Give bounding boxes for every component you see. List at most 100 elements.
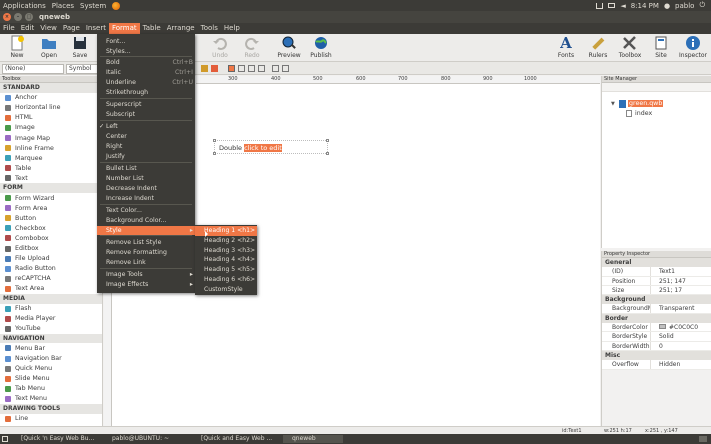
menu-arrange[interactable]: Arrange <box>164 23 198 34</box>
menu-view[interactable]: View <box>37 23 60 34</box>
mail-icon[interactable] <box>608 3 616 8</box>
toolbox-button[interactable]: Toolbox <box>615 35 645 61</box>
menu-edit[interactable]: Edit <box>18 23 38 34</box>
toolbox-item[interactable]: Menu Bar <box>0 343 102 353</box>
toolbox-item[interactable]: Image <box>0 123 102 133</box>
font-combobox[interactable]: Symbol <box>66 64 98 74</box>
text-content[interactable]: Double click to edit <box>219 144 282 152</box>
align-left-icon[interactable] <box>228 65 235 72</box>
toolbox-item[interactable]: Media Player <box>0 314 102 324</box>
task-item-active[interactable]: qneweb <box>283 435 343 443</box>
format-menu-item[interactable]: Remove List Style <box>97 238 195 247</box>
format-menu-item[interactable]: Bold Ctrl+B <box>97 58 195 67</box>
new-button[interactable]: New <box>2 35 32 61</box>
open-button[interactable]: Open <box>34 35 64 61</box>
resize-handle[interactable] <box>213 139 216 142</box>
property-group[interactable]: Misc <box>602 350 711 361</box>
format-menu-item[interactable]: Subscript <box>97 110 195 119</box>
power-icon[interactable]: ⏻ <box>699 1 705 10</box>
toolbox-item[interactable]: Navigation Bar <box>0 354 102 364</box>
network-icon[interactable] <box>596 2 604 9</box>
property-row[interactable]: BorderStyle Solid <box>602 332 711 342</box>
property-value[interactable]: Transparent <box>650 304 711 313</box>
toolbox-category[interactable]: FORM <box>0 183 102 194</box>
toolbox-item[interactable]: Form Wizard <box>0 193 102 203</box>
tree-child-node[interactable]: index <box>635 110 652 117</box>
style-submenu-item[interactable]: Heading 6 <h6> <box>195 275 257 285</box>
toolbox-item[interactable]: Radio Button <box>0 264 102 274</box>
task-item[interactable]: [Quick and Easy Web ... <box>192 435 280 443</box>
property-value[interactable]: Text1 <box>650 267 711 276</box>
toolbox-category[interactable]: NAVIGATION <box>0 333 102 344</box>
property-value[interactable]: 251; 17 <box>650 285 711 295</box>
style-submenu-item[interactable]: Heading 3 <h3> <box>195 246 257 256</box>
menu-file[interactable]: File <box>0 23 18 34</box>
menu-system[interactable]: System <box>77 2 109 10</box>
format-menu-item[interactable]: Justify <box>97 152 195 161</box>
toolbox-item[interactable]: Flash <box>0 304 102 314</box>
format-menu-item[interactable]: Font... <box>97 37 195 46</box>
property-row[interactable]: BorderColor #C0C0C0 <box>602 323 711 333</box>
toolbox-item[interactable]: Tab Menu <box>0 384 102 394</box>
format-menu-item[interactable]: Increase Indent <box>97 194 195 203</box>
toolbox-item[interactable]: Text Menu <box>0 394 102 404</box>
toolbox-item[interactable]: Text Area <box>0 284 102 294</box>
color-format-icon[interactable] <box>211 65 218 72</box>
format-menu-item[interactable]: ✓ Left <box>97 122 195 131</box>
toolbox-item[interactable]: Editbox <box>0 244 102 254</box>
format-menu-item[interactable]: Remove Link <box>97 258 195 267</box>
toolbox-item[interactable]: Checkbox <box>0 223 102 233</box>
property-row[interactable]: Position 251; 147 <box>602 276 711 286</box>
style-submenu-item[interactable]: Heading 4 <h4> <box>195 255 257 265</box>
trash-icon[interactable] <box>699 436 707 442</box>
property-row[interactable]: BorderWidth 0 <box>602 341 711 351</box>
maximize-window-icon[interactable]: □ <box>25 13 33 21</box>
indent-icon[interactable] <box>282 65 289 72</box>
format-menu-item[interactable]: Italic Ctrl+I <box>97 68 195 77</box>
format-menu-item[interactable]: Styles... <box>97 47 195 56</box>
toolbox-item[interactable]: Form Area <box>0 203 102 213</box>
property-row[interactable]: Size 251; 17 <box>602 285 711 296</box>
tree-root-node[interactable]: green.qwb <box>628 100 664 107</box>
property-value[interactable]: 0 <box>650 341 711 350</box>
site-button[interactable]: Site <box>646 35 676 61</box>
format-menu-item[interactable]: Image Tools ▸ <box>97 270 195 279</box>
volume-icon[interactable]: ◄ <box>620 2 625 10</box>
toolbox-item[interactable]: Inline Frame <box>0 143 102 153</box>
menu-places[interactable]: Places <box>49 2 77 10</box>
toolbox-item[interactable]: Anchor <box>0 93 102 103</box>
task-item[interactable]: pablo@UBUNTU: ~ <box>103 435 189 443</box>
toolbox-item[interactable]: Combobox <box>0 233 102 243</box>
menu-page[interactable]: Page <box>60 23 83 34</box>
property-group[interactable]: General <box>602 258 711 268</box>
menu-insert[interactable]: Insert <box>83 23 109 34</box>
user-name[interactable]: pablo <box>675 2 694 10</box>
format-menu-item[interactable]: Style ▸ <box>97 226 195 235</box>
toolbox-item[interactable]: Horizontal line <box>0 103 102 113</box>
format-menu-item[interactable]: Underline Ctrl+U <box>97 78 195 87</box>
format-menu-item[interactable]: Remove Formatting <box>97 248 195 257</box>
justify-icon[interactable] <box>258 65 265 72</box>
menu-help[interactable]: Help <box>221 23 243 34</box>
property-value[interactable]: Hidden <box>650 360 711 369</box>
preview-button[interactable]: Preview <box>274 35 304 61</box>
property-row[interactable]: BackgroundMo Transparent <box>602 304 711 314</box>
property-value[interactable]: Solid <box>650 332 711 341</box>
toolbox-category[interactable]: DRAWING TOOLS <box>0 404 102 414</box>
menu-format[interactable]: Format <box>108 23 140 34</box>
toolbox-item[interactable]: Text <box>0 173 102 183</box>
resize-handle[interactable] <box>326 152 329 155</box>
menu-applications[interactable]: Applications <box>0 2 49 10</box>
format-menu-item[interactable]: Decrease Indent <box>97 184 195 193</box>
format-menu-item[interactable]: Right <box>97 142 195 151</box>
firefox-icon[interactable] <box>112 1 121 10</box>
toolbox-item[interactable]: YouTube <box>0 324 102 334</box>
style-submenu-item[interactable]: CustomStyle <box>195 285 257 295</box>
format-menu-item[interactable]: Text Color... <box>97 206 195 215</box>
toolbox-category[interactable]: STANDARD <box>0 83 102 93</box>
minimize-window-icon[interactable]: – <box>14 13 22 21</box>
format-menu-item[interactable]: Background Color... <box>97 216 195 225</box>
tree-expand-icon[interactable]: ▼ <box>611 101 615 107</box>
style-combobox[interactable]: (None) <box>2 64 64 74</box>
inspector-button[interactable]: Inspector <box>678 35 708 61</box>
